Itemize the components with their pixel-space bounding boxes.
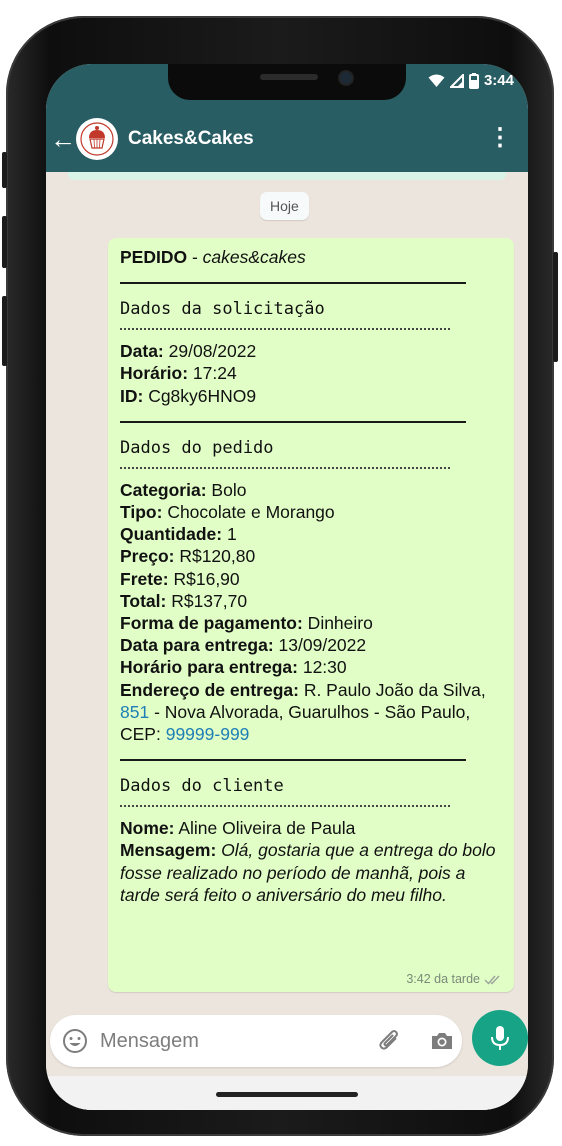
field-value: 13/09/2022 xyxy=(273,635,367,656)
field-label: Preço: xyxy=(120,546,175,567)
section-title: Dados do pedido xyxy=(120,437,274,458)
message-bubble[interactable]: PEDIDO - cakes&cakes Dados da solicitaçã… xyxy=(108,238,514,992)
dotted-divider xyxy=(120,320,450,331)
field-value: Dinheiro xyxy=(302,613,373,634)
order-store: cakes&cakes xyxy=(202,247,306,267)
field-label: Nome: xyxy=(120,818,175,839)
field-label: Data para entrega: xyxy=(120,635,274,656)
field-label: Total: xyxy=(120,590,167,611)
field-data-entrega: Data para entrega: 13/09/2022 xyxy=(120,634,502,656)
double-check-icon xyxy=(484,975,500,985)
divider xyxy=(120,407,466,423)
back-arrow-icon[interactable]: ← xyxy=(50,126,76,152)
field-label: Categoria: xyxy=(120,479,207,500)
field-value: Aline Oliveira de Paula xyxy=(174,818,356,839)
emoji-icon[interactable] xyxy=(62,1028,88,1054)
field-id: ID: Cg8ky6HNO9 xyxy=(120,385,502,407)
order-label: PEDIDO xyxy=(120,247,188,267)
field-value: 29/08/2022 xyxy=(163,341,257,362)
notch xyxy=(168,64,406,100)
field-endereco: Endereço de entrega: R. Paulo João da Si… xyxy=(120,679,502,746)
divider xyxy=(120,268,466,285)
contact-avatar[interactable] xyxy=(76,118,118,160)
field-label: Endereço de entrega: xyxy=(120,679,299,700)
side-button xyxy=(2,152,7,188)
message-meta: 3:42 da tarde xyxy=(406,972,502,986)
mic-icon xyxy=(491,1026,509,1050)
cep-link[interactable]: 99999-999 xyxy=(166,724,250,744)
field-preco: Preço: R$120,80 xyxy=(120,545,502,567)
field-value: 1 xyxy=(222,524,237,545)
field-value: R. Paulo João da Silva, xyxy=(298,679,486,700)
previous-message xyxy=(68,172,506,180)
home-indicator[interactable] xyxy=(216,1092,358,1097)
nav-area xyxy=(46,1076,528,1110)
chat-title[interactable]: Cakes&Cakes xyxy=(128,128,254,150)
section-title: Dados do cliente xyxy=(120,776,284,797)
side-button xyxy=(2,216,7,268)
camera-icon[interactable] xyxy=(428,1027,456,1055)
message-placeholder: Mensagem xyxy=(100,1030,199,1052)
status-time: 3:44 xyxy=(483,72,514,89)
field-label: Horário: xyxy=(120,363,189,384)
cupcake-logo-icon xyxy=(80,122,114,156)
field-value: R$120,80 xyxy=(174,546,256,567)
field-pagamento: Forma de pagamento: Dinheiro xyxy=(120,612,502,634)
mic-button[interactable] xyxy=(472,1010,528,1066)
section-title: Dados da solicitação xyxy=(120,299,325,320)
dotted-divider xyxy=(120,459,450,469)
field-data: Data: 29/08/2022 xyxy=(120,340,502,362)
field-label: Frete: xyxy=(120,568,169,589)
field-label: Mensagem: xyxy=(120,840,217,861)
field-frete: Frete: R$16,90 xyxy=(120,568,502,590)
message-text: PEDIDO - cakes&cakes Dados da solicitaçã… xyxy=(108,238,514,906)
field-categoria: Categoria: Bolo xyxy=(120,479,502,501)
field-label: Horário para entrega: xyxy=(120,657,298,678)
order-heading: PEDIDO - cakes&cakes xyxy=(120,246,502,268)
phone-frame: 3:44 ← Cakes&Cakes ⋮ Hoje PEDIDO - cakes… xyxy=(2,16,558,1136)
speaker xyxy=(260,74,318,80)
field-total: Total: R$137,70 xyxy=(120,590,502,612)
dotted-divider xyxy=(120,797,450,808)
front-camera xyxy=(338,70,354,86)
input-bar: Mensagem xyxy=(46,1010,528,1110)
message-input[interactable]: Mensagem xyxy=(50,1015,462,1067)
side-button xyxy=(2,296,7,366)
chat-header: 3:44 ← Cakes&Cakes ⋮ xyxy=(46,64,528,172)
field-tipo: Tipo: Chocolate e Morango xyxy=(120,501,502,523)
message-timestamp: 3:42 da tarde xyxy=(406,972,480,986)
chat-area[interactable]: Hoje PEDIDO - cakes&cakes Dados da solic… xyxy=(46,172,528,1010)
field-label: Forma de pagamento: xyxy=(120,613,303,634)
field-value: 12:30 xyxy=(297,657,347,678)
field-value: R$137,70 xyxy=(166,590,248,611)
order-separator: - xyxy=(187,247,203,267)
field-mensagem: Mensagem: Olá, gostaria que a entrega do… xyxy=(120,839,502,906)
field-label: Tipo: xyxy=(120,502,163,523)
field-value: 17:24 xyxy=(188,363,237,384)
more-vert-icon[interactable]: ⋮ xyxy=(488,126,512,150)
screen: 3:44 ← Cakes&Cakes ⋮ Hoje PEDIDO - cakes… xyxy=(46,64,528,1110)
signal-icon xyxy=(449,73,464,88)
field-value: Chocolate e Morango xyxy=(162,502,335,523)
divider xyxy=(120,745,466,762)
date-chip: Hoje xyxy=(260,192,309,220)
field-horario: Horário: 17:24 xyxy=(120,362,502,384)
paperclip-icon[interactable] xyxy=(376,1027,404,1055)
field-nome: Nome: Aline Oliveira de Paula xyxy=(120,817,502,839)
side-button xyxy=(553,252,558,362)
field-value: Cg8ky6HNO9 xyxy=(143,385,257,406)
battery-icon xyxy=(468,72,479,89)
status-bar: 3:44 xyxy=(428,72,514,89)
field-label: ID: xyxy=(120,385,144,406)
field-label: Quantidade: xyxy=(120,524,223,545)
field-value: Bolo xyxy=(206,479,247,500)
wifi-icon xyxy=(428,74,445,87)
number-link[interactable]: 851 xyxy=(120,702,149,722)
field-horario-entrega: Horário para entrega: 12:30 xyxy=(120,656,502,678)
field-quantidade: Quantidade: 1 xyxy=(120,523,502,545)
field-label: Data: xyxy=(120,341,164,362)
field-value: R$16,90 xyxy=(168,568,240,589)
